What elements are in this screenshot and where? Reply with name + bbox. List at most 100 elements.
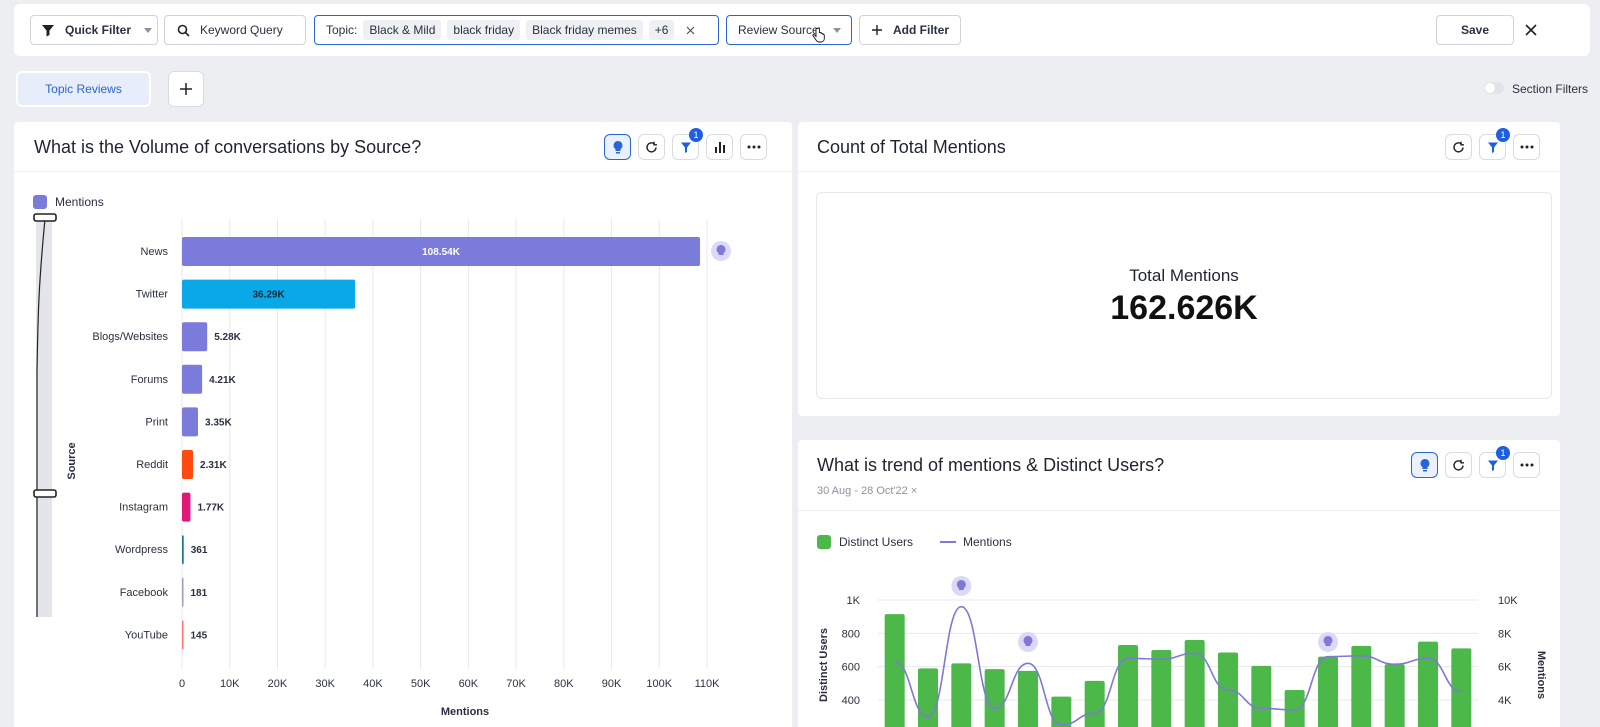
insights-button[interactable] — [1411, 452, 1438, 478]
data-label: 4.21K — [209, 375, 236, 386]
range-slider-handle[interactable] — [33, 213, 57, 222]
keyword-query-field[interactable]: Keyword Query — [164, 15, 306, 45]
legend-label-mentions: Mentions — [963, 535, 1012, 549]
legend-swatch-users — [817, 535, 831, 549]
bar — [1351, 645, 1372, 727]
x-tick-label: 80K — [554, 678, 574, 690]
legend-swatch — [33, 195, 47, 209]
y2-tick-label: 10K — [1498, 595, 1518, 607]
close-icon[interactable] — [1525, 24, 1537, 36]
y-axis-title: Source — [66, 442, 78, 479]
metric-card: Total Mentions 162.626K — [816, 192, 1552, 399]
bar — [1118, 645, 1138, 727]
tab-topic-reviews[interactable]: Topic Reviews — [16, 71, 151, 107]
cursor-hand-icon — [812, 27, 825, 43]
more-options-button[interactable] — [1513, 452, 1540, 478]
funnel-icon — [1487, 460, 1498, 471]
date-range-text: 30 Aug - 28 Oct'22 — [817, 485, 908, 497]
filter-button[interactable]: 1 — [1479, 446, 1510, 478]
metric-value: 162.626K — [1110, 289, 1258, 327]
funnel-icon — [1487, 142, 1498, 153]
close-icon[interactable]: × — [911, 485, 917, 497]
more-options-button[interactable] — [740, 134, 767, 160]
bar — [1418, 641, 1438, 727]
x-tick-label: 0 — [179, 678, 185, 690]
chevron-down-icon — [144, 28, 153, 33]
filter-count-badge: 1 — [1496, 128, 1510, 142]
refresh-button[interactable] — [638, 134, 665, 160]
x-tick-label: 60K — [459, 678, 479, 690]
bar — [984, 669, 1005, 727]
add-filter-button[interactable]: Add Filter — [859, 15, 961, 45]
x-tick-label: 90K — [602, 678, 622, 690]
refresh-button[interactable] — [1445, 452, 1472, 478]
bar — [951, 663, 972, 727]
data-label: 181 — [191, 588, 208, 599]
funnel-icon — [680, 142, 691, 153]
bar — [1384, 664, 1405, 727]
bar — [182, 492, 191, 522]
bar — [1318, 656, 1338, 727]
y-tick-label: YouTube — [125, 629, 168, 641]
topic-label: Topic: — [326, 23, 358, 37]
insights-button[interactable] — [604, 134, 631, 160]
review-source-label: Review Source — [738, 23, 819, 37]
topic-chip: black friday — [447, 20, 521, 40]
bar — [182, 322, 208, 352]
save-button[interactable]: Save — [1436, 15, 1514, 45]
x-tick-label: 110K — [695, 678, 721, 690]
close-icon[interactable] — [686, 26, 695, 35]
trend-panel: What is trend of mentions & Distinct Use… — [798, 440, 1560, 727]
panel-title: Count of Total Mentions — [817, 137, 1006, 157]
quick-filter-dropdown[interactable]: Quick Filter — [30, 15, 158, 45]
more-icon — [1520, 145, 1533, 149]
topic-chip: Black friday memes — [526, 20, 643, 40]
quick-filter-label: Quick Filter — [65, 23, 132, 37]
review-source-dropdown[interactable]: Review Source — [726, 15, 852, 45]
add-filter-label: Add Filter — [893, 23, 949, 37]
bar-chart-icon — [714, 142, 725, 153]
topic-more-count[interactable]: +6 — [648, 20, 675, 40]
bar — [1084, 680, 1105, 727]
left-axis-title: Distinct Users — [818, 628, 830, 702]
save-label: Save — [1460, 23, 1490, 37]
refresh-button[interactable] — [1445, 134, 1472, 160]
chart-type-button[interactable] — [706, 134, 733, 160]
x-tick-label: 40K — [363, 678, 383, 690]
trend-combo-chart: Distinct Users Mentions Distinct Users M… — [817, 535, 1547, 727]
add-tab-button[interactable] — [168, 71, 204, 107]
filter-button[interactable]: 1 — [672, 128, 703, 160]
topic-chip: Black & Mild — [363, 20, 442, 40]
bar — [182, 577, 184, 607]
source-volume-panel: What is the Volume of conversations by S… — [14, 122, 792, 727]
data-label: 5.28K — [214, 332, 241, 343]
x-tick-label: 20K — [268, 678, 288, 690]
range-slider-track[interactable] — [36, 217, 52, 617]
x-tick-label: 30K — [315, 678, 335, 690]
y-tick-label: Twitter — [136, 289, 169, 301]
y-tick-label: 600 — [842, 662, 860, 674]
plus-icon — [180, 83, 192, 95]
range-slider-handle[interactable] — [33, 489, 57, 498]
x-axis-title: Mentions — [441, 706, 489, 718]
data-label: 108.54K — [422, 247, 461, 258]
bar — [1451, 648, 1472, 727]
funnel-icon — [42, 25, 54, 37]
bar — [884, 614, 905, 727]
total-mentions-panel: Count of Total Mentions 1 Total Mentions… — [798, 122, 1560, 416]
topic-filter[interactable]: Topic: Black & Mild black friday Black f… — [314, 15, 719, 45]
y2-tick-label: 8K — [1498, 628, 1512, 640]
y-tick-label: 800 — [842, 628, 860, 640]
bar — [182, 364, 203, 394]
filter-button[interactable]: 1 — [1479, 128, 1510, 160]
y-tick-label: Wordpress — [115, 544, 168, 556]
data-label: 1.77K — [197, 503, 224, 514]
keyword-query-label: Keyword Query — [200, 23, 283, 37]
bar — [1051, 696, 1072, 727]
legend-label-users: Distinct Users — [839, 535, 913, 549]
data-label: 36.29K — [252, 290, 285, 301]
more-options-button[interactable] — [1513, 134, 1540, 160]
panel-title: What is the Volume of conversations by S… — [34, 137, 422, 157]
section-filters-toggle[interactable] — [1484, 82, 1504, 94]
x-tick-label: 50K — [411, 678, 431, 690]
